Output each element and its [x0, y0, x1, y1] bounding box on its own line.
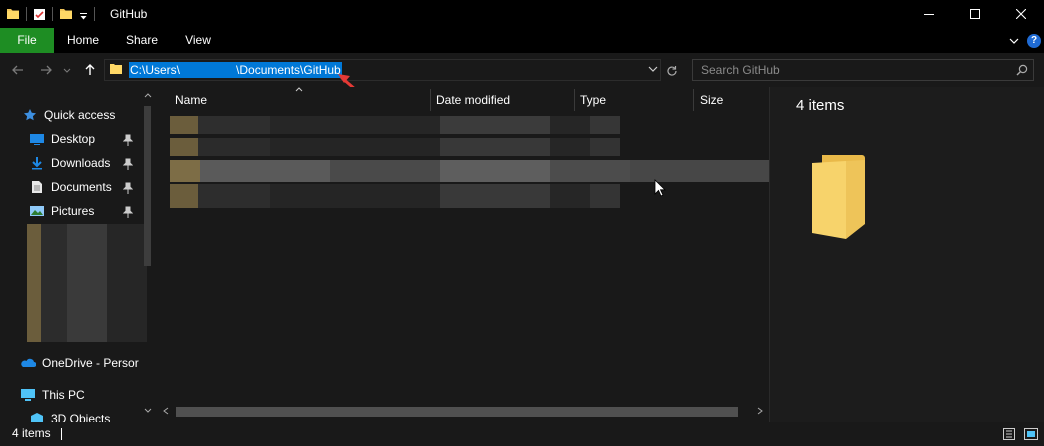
minimize-button[interactable]: [906, 0, 952, 28]
address-path[interactable]: C:\Users\ \Documents\GitHub: [129, 62, 342, 78]
scroll-left-icon[interactable]: [163, 407, 169, 415]
scroll-right-icon[interactable]: [757, 407, 763, 415]
close-button[interactable]: [998, 0, 1044, 28]
nav-item-desktop[interactable]: Desktop: [29, 128, 95, 150]
properties-icon[interactable]: [33, 8, 46, 21]
chevron-down-icon: [648, 66, 658, 72]
documents-icon: [29, 179, 45, 195]
navigation-pane: Quick access Desktop Downloads Documents…: [0, 90, 157, 422]
pin-icon[interactable]: [122, 134, 134, 146]
mouse-cursor-icon: [654, 179, 666, 197]
nav-item-downloads[interactable]: Downloads: [29, 152, 110, 174]
maximize-icon: [970, 9, 980, 19]
table-row[interactable]: [170, 116, 620, 134]
details-view-button[interactable]: [1000, 425, 1018, 443]
nav-item-quick-access[interactable]: Quick access: [22, 104, 115, 126]
search-icon[interactable]: [1016, 64, 1028, 76]
preview-title: 4 items: [796, 97, 845, 114]
star-icon: [22, 107, 38, 123]
item-count: 4 items: [12, 426, 51, 440]
expand-ribbon-button[interactable]: [1005, 32, 1023, 50]
table-row[interactable]: [170, 184, 620, 208]
redacted-folder-list: [27, 224, 147, 342]
onedrive-icon: [20, 355, 36, 371]
refresh-button[interactable]: [662, 61, 682, 81]
status-separator: [61, 428, 62, 440]
nav-item-documents[interactable]: Documents: [29, 176, 112, 198]
preview-pane: 4 items: [769, 87, 1044, 422]
scroll-up-icon[interactable]: [144, 92, 152, 98]
status-bar: 4 items: [0, 422, 1044, 446]
folder-icon[interactable]: [6, 7, 20, 21]
tab-share[interactable]: Share: [120, 28, 164, 53]
search-input[interactable]: Search GitHub: [701, 60, 780, 80]
tab-view[interactable]: View: [178, 28, 218, 53]
download-icon: [29, 155, 45, 171]
quick-access-toolbar: [0, 0, 101, 28]
folder-icon: [812, 155, 865, 239]
horizontal-scrollbar[interactable]: [157, 403, 769, 420]
customize-dropdown-icon[interactable]: [79, 10, 88, 19]
title-bar: GitHub: [0, 0, 1044, 28]
desktop-icon: [29, 131, 45, 147]
tab-file[interactable]: File: [0, 28, 54, 53]
large-icons-view-icon: [1024, 428, 1038, 440]
navigation-scrollbar[interactable]: [142, 90, 154, 422]
chevron-down-icon: [63, 68, 71, 73]
nav-item-pictures[interactable]: Pictures: [29, 200, 94, 222]
sort-ascending-icon: [295, 87, 303, 92]
recent-locations-button[interactable]: [60, 61, 74, 79]
column-header-type[interactable]: Type: [580, 87, 606, 114]
column-header-name[interactable]: Name: [175, 87, 207, 114]
scrollbar-thumb[interactable]: [144, 106, 151, 266]
3d-objects-icon: [29, 411, 45, 422]
ribbon-tabs: File Home Share View ?: [0, 28, 1044, 53]
scroll-down-icon[interactable]: [144, 408, 152, 414]
address-dropdown-button[interactable]: [647, 63, 659, 75]
column-header-size[interactable]: Size: [700, 87, 723, 114]
minimize-icon: [924, 14, 934, 15]
forward-arrow-icon: [41, 65, 52, 75]
pin-icon[interactable]: [122, 158, 134, 170]
close-icon: [1016, 9, 1026, 19]
pin-icon[interactable]: [122, 206, 134, 218]
back-arrow-icon: [12, 65, 23, 75]
large-icons-view-button[interactable]: [1022, 425, 1040, 443]
details-view-icon: [1003, 428, 1015, 440]
pictures-icon: [29, 203, 45, 219]
tab-home[interactable]: Home: [60, 28, 106, 53]
column-header-date-modified[interactable]: Date modified: [436, 87, 510, 114]
help-button[interactable]: ?: [1027, 33, 1041, 48]
up-button[interactable]: [80, 61, 100, 79]
chevron-down-icon: [1009, 38, 1019, 44]
nav-item-3d-objects[interactable]: 3D Objects: [29, 408, 110, 422]
table-row[interactable]: [170, 138, 620, 156]
search-box[interactable]: Search GitHub: [692, 59, 1034, 81]
window-title: GitHub: [110, 7, 148, 21]
forward-button[interactable]: [36, 61, 56, 79]
file-list: Name Date modified Type Size: [157, 87, 769, 422]
nav-item-onedrive[interactable]: OneDrive - Persor: [20, 352, 139, 374]
scrollbar-thumb[interactable]: [176, 407, 738, 417]
up-arrow-icon: [85, 64, 95, 75]
nav-item-this-pc[interactable]: This PC: [20, 384, 85, 406]
pin-icon[interactable]: [122, 182, 134, 194]
table-row[interactable]: [170, 160, 769, 182]
pc-icon: [20, 387, 36, 403]
back-button[interactable]: [8, 61, 28, 79]
refresh-icon: [667, 66, 677, 76]
maximize-button[interactable]: [952, 0, 998, 28]
folder-icon: [110, 63, 122, 74]
new-folder-icon[interactable]: [59, 7, 73, 21]
